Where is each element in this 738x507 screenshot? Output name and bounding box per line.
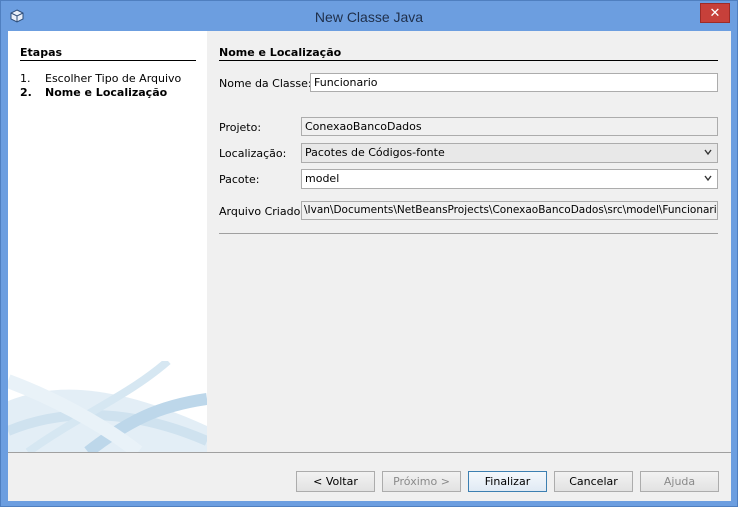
package-label: Pacote: — [219, 173, 260, 186]
close-button[interactable]: ✕ — [700, 3, 730, 23]
section-title: Nome e Localização — [219, 46, 342, 59]
cancel-button[interactable]: Cancelar — [554, 471, 633, 492]
chevron-down-icon[interactable] — [703, 173, 713, 186]
location-value: Pacotes de Códigos-fonte — [305, 146, 445, 159]
dialog-window: New Classe Java ✕ Etapas 1. Escolher Tipo… — [0, 0, 738, 507]
step-item-2: 2. Nome e Localização — [20, 86, 168, 99]
dialog-content: Etapas 1. Escolher Tipo de Arquivo 2. Nome… — [8, 31, 731, 501]
package-combobox[interactable]: model — [301, 169, 718, 189]
package-value: model — [305, 172, 340, 185]
form-divider — [219, 233, 718, 234]
location-label: Localização: — [219, 147, 287, 160]
form-panel: Nome e Localização Nome da Classe: Funci… — [207, 31, 731, 452]
finish-button[interactable]: Finalizar — [468, 471, 547, 492]
next-button[interactable]: Próximo > — [382, 471, 461, 492]
location-select[interactable]: Pacotes de Códigos-fonte — [301, 143, 718, 163]
window-title: New Classe Java — [314, 9, 424, 25]
project-field: ConexaoBancoDados — [301, 117, 718, 136]
chevron-down-icon — [703, 147, 713, 160]
steps-panel: Etapas 1. Escolher Tipo de Arquivo 2. Nome… — [8, 31, 207, 452]
close-icon: ✕ — [709, 5, 721, 21]
class-name-input[interactable]: Funcionario — [310, 73, 718, 92]
steps-title: Etapas — [20, 46, 63, 59]
step-item-1: 1. Escolher Tipo de Arquivo — [20, 72, 182, 85]
steps-divider — [20, 60, 196, 61]
class-name-label: Nome da Classe: — [219, 77, 312, 90]
help-button[interactable]: Ajuda — [640, 471, 719, 492]
section-divider — [219, 60, 718, 61]
project-label: Projeto: — [219, 121, 262, 134]
created-file-label: Arquivo Criado: — [219, 205, 305, 218]
wizard-decoration — [8, 361, 207, 452]
button-bar-divider — [8, 452, 731, 453]
title-bar[interactable]: New Classe Java ✕ — [1, 1, 737, 31]
created-file-field: \Ivan\Documents\NetBeansProjects\Conexao… — [301, 201, 718, 220]
back-button[interactable]: < Voltar — [296, 471, 375, 492]
